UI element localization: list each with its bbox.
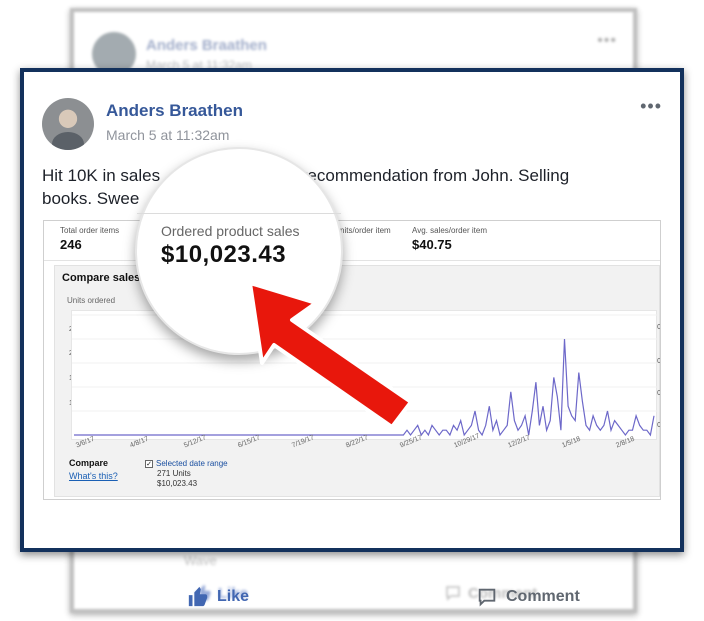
checkbox-icon[interactable]: ✓ xyxy=(145,459,153,468)
comment-button[interactable]: Comment xyxy=(476,586,580,608)
post-text-line2: books. Swee xyxy=(42,189,140,208)
legend-units: 271 Units xyxy=(157,469,191,478)
more-options-icon: ••• xyxy=(597,32,617,49)
divider xyxy=(137,213,341,214)
panel-title: Compare sales xyxy=(62,272,141,284)
comment-icon xyxy=(446,586,460,601)
ordered-product-sales-label: Ordered product sales xyxy=(161,223,300,239)
thumbs-up-icon xyxy=(188,586,208,607)
legend-sales: $10,023.43 xyxy=(157,479,198,488)
metric-value: $40.75 xyxy=(412,237,452,252)
compare-block: Compare What's this? xyxy=(69,458,118,481)
magnifier-callout: Ordered product sales $10,023.43 xyxy=(135,147,343,355)
metric-label: Avg. sales/order item xyxy=(412,226,487,235)
metric-label: Total order items xyxy=(60,226,120,235)
author-name[interactable]: Anders Braathen xyxy=(106,101,243,121)
post-text-line1-end: a recommendation from John. Selling xyxy=(287,166,570,185)
chart-svg xyxy=(72,314,658,437)
legend: ✓ Selected date range 271 Units $10,023.4… xyxy=(145,459,228,488)
y-axis-label: Units ordered xyxy=(67,296,116,305)
comment-label: Comment xyxy=(506,588,580,605)
metric-avg-sales: Avg. sales/order item $40.75 xyxy=(412,226,487,252)
post-text-fragment: Wave xyxy=(184,553,217,568)
post-text-line1-start: Hit 10K in sales xyxy=(42,166,161,185)
like-button[interactable]: Like xyxy=(187,586,249,608)
units-ordered-chart xyxy=(71,310,658,440)
ordered-product-sales-value: $10,023.43 xyxy=(161,241,287,268)
post-timestamp[interactable]: March 5 at 11:32am xyxy=(106,127,229,143)
metric-total-order-items: Total order items 246 xyxy=(60,226,119,252)
metric-label: nits/order item xyxy=(340,226,391,235)
metric-value: 246 xyxy=(60,237,82,252)
post-text: Hit 10K in sales a recommendation from J… xyxy=(42,164,632,210)
like-label: Like xyxy=(217,588,250,605)
metric-units-per-order-item: nits/order item xyxy=(340,226,391,237)
compare-label: Compare xyxy=(69,458,109,468)
whats-this-link[interactable]: What's this? xyxy=(69,471,118,481)
avatar[interactable] xyxy=(42,98,94,150)
compare-sales-panel: Compare sales Units ordered 25 20 15 10 … xyxy=(54,265,660,497)
more-options-icon[interactable]: ••• xyxy=(640,96,662,117)
legend-label: Selected date range xyxy=(156,459,228,468)
author-name: Anders Braathen xyxy=(146,37,267,54)
comment-icon xyxy=(478,588,496,607)
post-card: Anders Braathen March 5 at 11:32am ••• H… xyxy=(20,68,684,607)
